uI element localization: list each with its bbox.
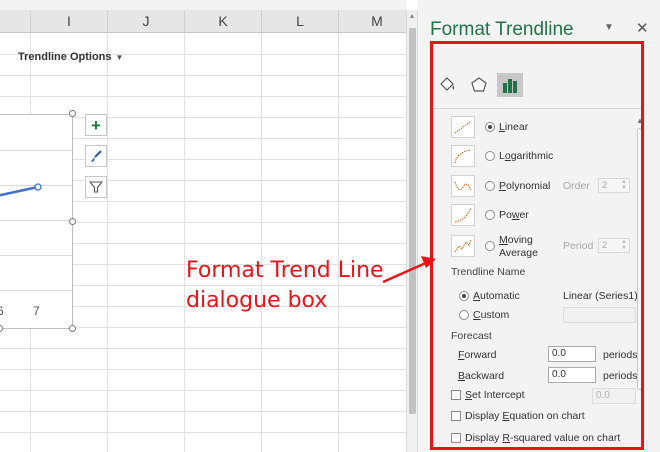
formula-bar-edge — [0, 0, 406, 10]
grid-line — [0, 390, 406, 391]
chart-filters-button[interactable] — [85, 176, 107, 198]
plus-icon: + — [91, 115, 101, 135]
pane-options-dropdown[interactable]: ▼ — [604, 22, 614, 33]
column-header-h[interactable] — [0, 10, 31, 33]
x-axis-tick-label: 6 — [0, 304, 4, 318]
column-header-i[interactable]: I — [31, 10, 108, 33]
column-header-m[interactable]: M — [339, 10, 406, 33]
chart-elements-button[interactable]: + — [85, 114, 107, 136]
worksheet-area[interactable]: I J K L M 6 7 + — [0, 0, 406, 452]
column-header-j[interactable]: J — [108, 10, 185, 33]
annotation-line1: Format Trend Line — [186, 258, 384, 283]
annotation-callout: Format Trend Line dialogue box — [186, 256, 384, 316]
resize-handle[interactable] — [0, 325, 3, 332]
series-line[interactable] — [0, 185, 39, 199]
resize-handle[interactable] — [69, 218, 76, 225]
annotation-line2: dialogue box — [186, 288, 328, 313]
grid-line — [0, 96, 406, 97]
column-header-k[interactable]: K — [185, 10, 262, 33]
scroll-up-icon[interactable]: ▲ — [407, 13, 417, 20]
grid-line — [0, 369, 406, 370]
x-axis-tick-label: 7 — [33, 304, 40, 318]
sheet-vertical-scrollbar[interactable]: ▲ — [406, 10, 418, 452]
trendline-options-header[interactable]: Trendline Options ▼ — [18, 51, 123, 63]
data-point-marker[interactable] — [34, 183, 42, 191]
filter-icon — [89, 181, 103, 193]
grid-line — [0, 432, 406, 433]
grid-line — [0, 348, 406, 349]
grid-line — [0, 411, 406, 412]
grid-line — [0, 75, 406, 76]
resize-handle[interactable] — [69, 110, 76, 117]
chevron-down-icon[interactable]: ▼ — [116, 53, 124, 62]
resize-handle[interactable] — [69, 325, 76, 332]
highlight-box — [430, 41, 644, 450]
paintbrush-icon — [91, 150, 102, 162]
column-header-l[interactable]: L — [262, 10, 339, 33]
chart-styles-button[interactable] — [85, 145, 107, 167]
close-icon[interactable]: ✕ — [636, 19, 649, 37]
chart-series[interactable] — [0, 115, 74, 330]
scrollbar-thumb[interactable] — [409, 28, 416, 414]
pane-title: Format Trendline — [430, 19, 574, 40]
embedded-chart[interactable] — [0, 114, 73, 329]
